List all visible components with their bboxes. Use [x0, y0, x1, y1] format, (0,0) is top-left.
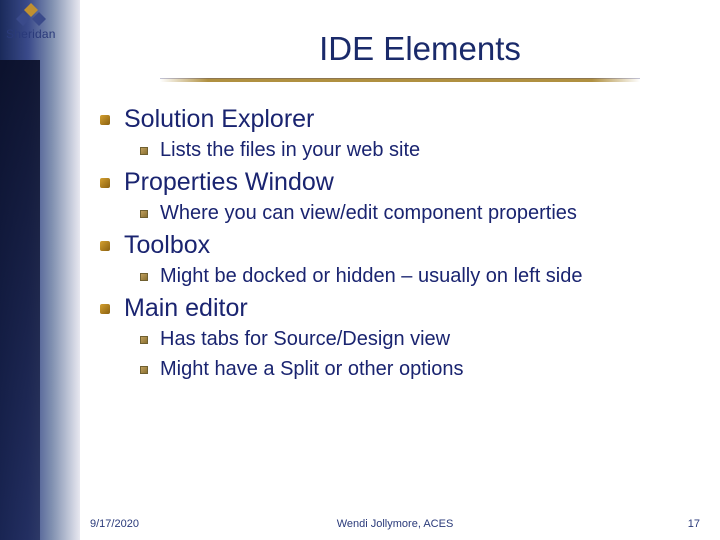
bullet-sub-icon	[140, 210, 148, 218]
sidebar-dark-overlay	[0, 60, 40, 540]
bullet-sub-text: Might be docked or hidden – usually on l…	[160, 264, 583, 288]
content-area: Solution Explorer Lists the files in you…	[100, 105, 700, 387]
bullet-sub: Where you can view/edit component proper…	[140, 201, 700, 225]
bullet-main: Toolbox	[100, 231, 700, 260]
bullet-sub-icon	[140, 366, 148, 374]
bullet-main-icon	[100, 241, 110, 251]
bullet-sub-text: Where you can view/edit component proper…	[160, 201, 577, 225]
bullet-main-text: Properties Window	[124, 168, 334, 197]
title-underline	[160, 78, 640, 82]
bullet-sub-icon	[140, 273, 148, 281]
footer-page: 17	[688, 518, 710, 530]
footer: 9/17/2020 Wendi Jollymore, ACES 17	[80, 518, 710, 530]
footer-date: 9/17/2020	[80, 518, 139, 530]
bullet-main-text: Toolbox	[124, 231, 210, 260]
bullet-sub-text: Might have a Split or other options	[160, 357, 464, 381]
bullet-sub: Might be docked or hidden – usually on l…	[140, 264, 700, 288]
sheridan-logo-icon	[16, 3, 46, 29]
bullet-main-icon	[100, 115, 110, 125]
slide-title: IDE Elements	[180, 30, 660, 68]
logo-text: Sheridan	[6, 27, 56, 41]
bullet-main: Main editor	[100, 294, 700, 323]
bullet-main-text: Solution Explorer	[124, 105, 314, 134]
bullet-sub: Might have a Split or other options	[140, 357, 700, 381]
bullet-main-icon	[100, 178, 110, 188]
bullet-sub-text: Has tabs for Source/Design view	[160, 327, 450, 351]
footer-author: Wendi Jollymore, ACES	[337, 518, 454, 530]
bullet-main: Solution Explorer	[100, 105, 700, 134]
bullet-sub: Has tabs for Source/Design view	[140, 327, 700, 351]
bullet-sub-icon	[140, 336, 148, 344]
bullet-main: Properties Window	[100, 168, 700, 197]
bullet-sub-text: Lists the files in your web site	[160, 138, 420, 162]
bullet-main-icon	[100, 304, 110, 314]
bullet-sub-icon	[140, 147, 148, 155]
bullet-main-text: Main editor	[124, 294, 248, 323]
logo: Sheridan	[6, 3, 56, 41]
bullet-sub: Lists the files in your web site	[140, 138, 700, 162]
